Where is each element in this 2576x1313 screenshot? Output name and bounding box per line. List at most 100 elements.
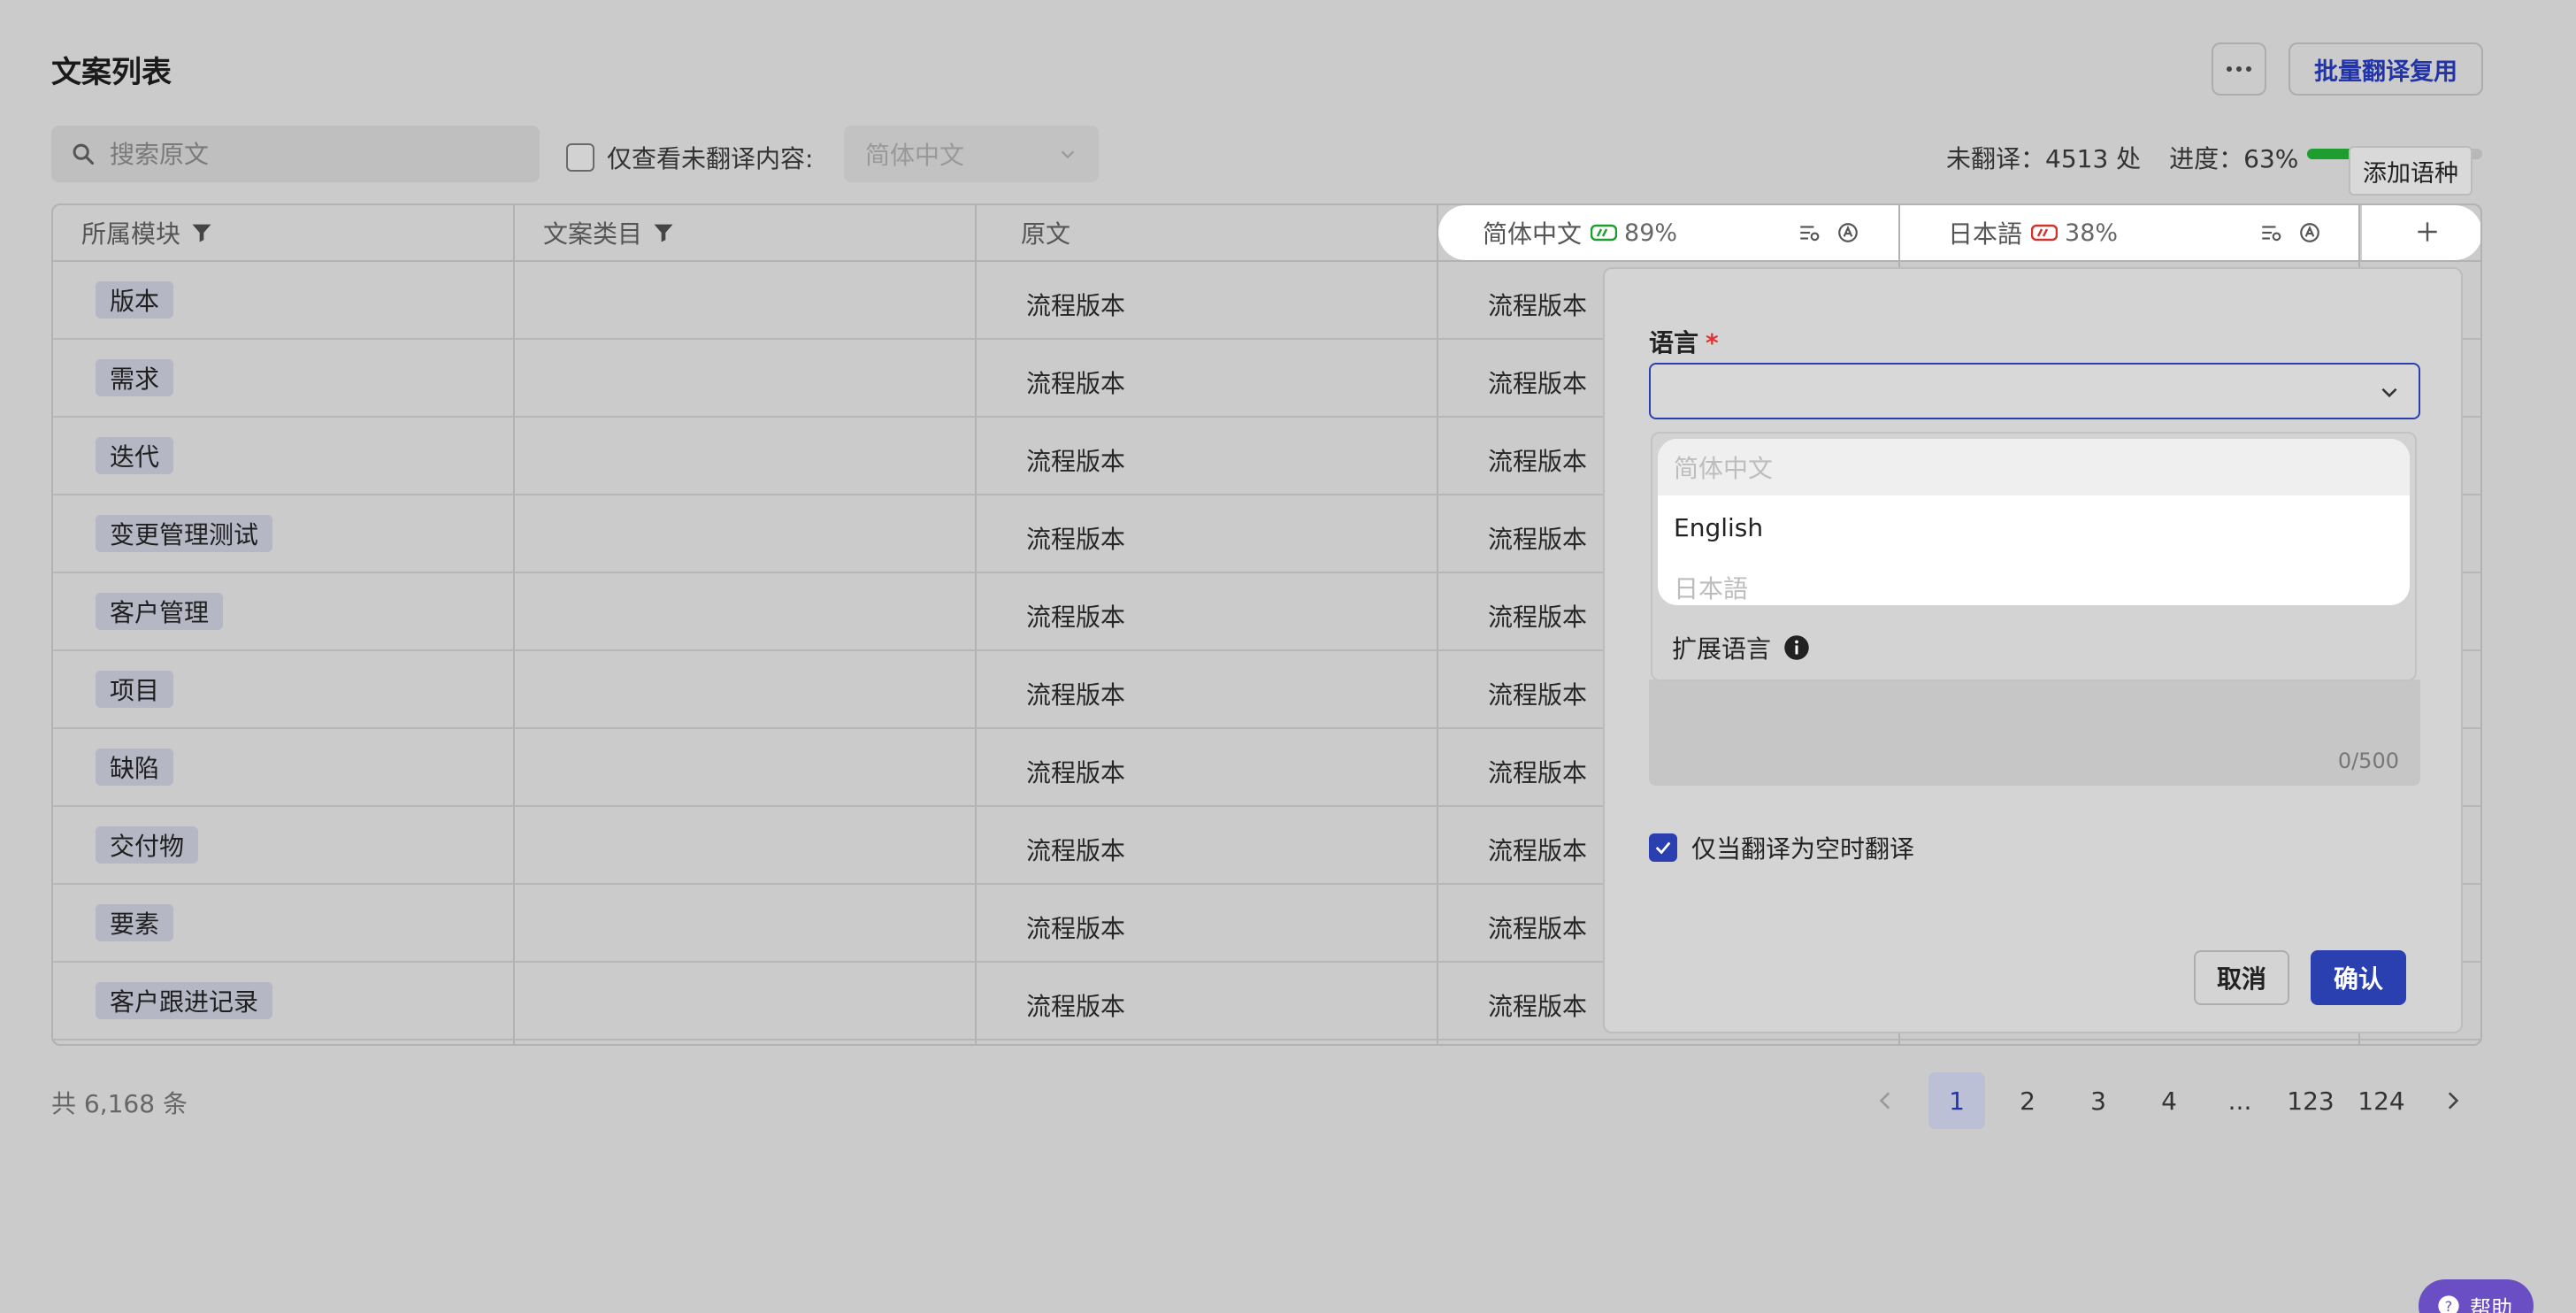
next-page-button[interactable] (2424, 1072, 2480, 1129)
zh-translation-cell[interactable]: 流程版本 (1488, 676, 1587, 711)
zh-translation-cell[interactable]: 流程版本 (1488, 520, 1587, 556)
column-header-module-label: 所属模块 (81, 219, 181, 249)
source-text-cell: 流程版本 (1026, 992, 1126, 1021)
untranslated-count: 未翻译：4513 处 (1946, 144, 2142, 173)
column-header-lang-zh[interactable]: 简体中文 89% (1438, 205, 1900, 260)
required-mark: * (1706, 328, 1719, 357)
total-count: 共 6,168 条 (51, 1089, 188, 1118)
help-button[interactable]: ? 帮助 (2419, 1279, 2534, 1313)
only-empty-checkbox[interactable] (1649, 833, 1677, 862)
column-header-category-label: 文案类目 (543, 219, 643, 249)
page-button[interactable]: 3 (2070, 1072, 2127, 1129)
source-text-cell: 流程版本 (1026, 447, 1126, 476)
search-input[interactable] (110, 139, 517, 169)
batch-translate-reuse-button[interactable]: 批量翻译复用 (2288, 42, 2483, 96)
source-text-cell: 流程版本 (1026, 836, 1126, 865)
extension-language-label: 扩展语言 (1672, 634, 1772, 664)
progress-badge-icon (1591, 224, 1618, 242)
language-filter-value: 简体中文 (865, 141, 965, 170)
page-title: 文案列表 (51, 55, 172, 90)
language-dropdown: 简体中文 English 日本語 扩展语言 (1651, 432, 2417, 681)
filter-icon[interactable] (189, 220, 214, 245)
language-field-label: 语言 * (1649, 324, 1719, 359)
auto-translate-icon[interactable] (2298, 221, 2321, 244)
source-text-cell: 流程版本 (1026, 369, 1126, 398)
language-select[interactable] (1649, 363, 2420, 419)
zh-translation-cell[interactable]: 流程版本 (1488, 598, 1587, 633)
source-text-cell: 流程版本 (1026, 758, 1126, 787)
add-language-tooltip: 添加语种 (2349, 146, 2472, 196)
search-icon (73, 143, 95, 165)
add-language-button[interactable] (2413, 218, 2442, 252)
page-ellipsis: ... (2227, 1086, 2252, 1116)
chevron-down-icon (2381, 388, 2397, 398)
chevron-left-icon (1879, 1092, 1890, 1110)
more-icon (2227, 66, 2251, 72)
only-untranslated-checkbox[interactable] (566, 143, 594, 172)
source-text-cell: 流程版本 (1026, 603, 1126, 632)
column-header-lang-ja-label: 日本語 (1948, 219, 2023, 249)
source-text-cell: 流程版本 (1026, 914, 1126, 943)
column-divider (2360, 205, 2362, 260)
module-tag: 需求 (96, 359, 174, 396)
module-tag: 要素 (96, 904, 174, 941)
extension-language-section[interactable]: 扩展语言 (1672, 630, 1810, 665)
only-untranslated-toggle[interactable]: 仅查看未翻译内容: (566, 140, 813, 175)
lang-zh-progress: 89% (1591, 219, 1677, 247)
module-tag: 版本 (96, 281, 174, 319)
language-option-ja: 日本語 (1674, 574, 1749, 603)
module-tag: 变更管理测试 (96, 515, 273, 552)
language-field-label-text: 语言 (1649, 328, 1699, 357)
prev-page-button[interactable] (1858, 1072, 1914, 1129)
zh-translation-cell[interactable]: 流程版本 (1488, 754, 1587, 789)
only-untranslated-label: 仅查看未翻译内容: (607, 144, 814, 173)
plus-icon (2418, 222, 2437, 242)
search-box[interactable] (51, 126, 540, 182)
zh-translation-cell[interactable]: 流程版本 (1488, 987, 1587, 1023)
language-option-zh: 简体中文 (1658, 439, 2410, 495)
zh-translation-cell[interactable]: 流程版本 (1488, 910, 1587, 945)
help-icon: ? (2438, 1295, 2459, 1313)
page-button[interactable]: 124 (2353, 1072, 2410, 1129)
zh-translation-cell[interactable]: 流程版本 (1488, 442, 1587, 478)
lang-ja-percent: 38% (2065, 219, 2119, 247)
column-header-category[interactable]: 文案类目 (515, 205, 975, 260)
table-header: 所属模块 文案类目 原文 简体中文 89% 日本語 38% (53, 205, 2480, 262)
page-button[interactable]: 4 (2141, 1072, 2197, 1129)
filter-icon[interactable] (651, 220, 676, 245)
progress-badge-icon (2031, 224, 2058, 242)
language-option-en[interactable]: English (1658, 499, 2410, 556)
module-tag: 客户管理 (96, 593, 224, 630)
zh-translation-cell[interactable]: 流程版本 (1488, 365, 1587, 400)
source-text-cell: 流程版本 (1026, 525, 1126, 554)
translation-stats: 未翻译：4513 处 进度：63% (1946, 140, 2298, 175)
sort-settings-icon[interactable] (1798, 221, 1821, 244)
page-button[interactable]: 2 (1999, 1072, 2056, 1129)
only-empty-label: 仅当翻译为空时翻译 (1691, 834, 1915, 864)
svg-text:?: ? (2445, 1298, 2453, 1313)
column-header-module[interactable]: 所属模块 (53, 205, 513, 260)
sort-settings-icon[interactable] (2259, 221, 2282, 244)
char-counter: 0/500 (2337, 749, 2399, 773)
more-button[interactable] (2212, 42, 2266, 96)
auto-translate-icon[interactable] (1836, 221, 1859, 244)
zh-translation-cell[interactable]: 流程版本 (1488, 287, 1587, 322)
language-option-list: 简体中文 English 日本語 (1658, 439, 2410, 605)
module-tag: 客户跟进记录 (96, 982, 273, 1019)
confirm-button[interactable]: 确认 (2311, 950, 2406, 1005)
source-text-cell: 流程版本 (1026, 291, 1126, 320)
page-button[interactable]: 123 (2282, 1072, 2339, 1129)
page-button[interactable]: 1 (1928, 1072, 1985, 1129)
column-header-source: 原文 (977, 205, 1437, 260)
description-textarea[interactable]: 0/500 (1649, 680, 2420, 786)
only-empty-toggle[interactable]: 仅当翻译为空时翻译 (1649, 830, 1914, 865)
zh-translation-cell[interactable]: 流程版本 (1488, 832, 1587, 867)
column-header-lang-ja[interactable]: 日本語 38% (1900, 205, 2480, 260)
info-icon[interactable] (1783, 634, 1810, 661)
cancel-button[interactable]: 取消 (2194, 950, 2289, 1005)
module-tag: 缺陷 (96, 749, 174, 786)
page-list: 1 2 3 4... 123 124 (1928, 1072, 2410, 1129)
language-filter-select[interactable]: 简体中文 (844, 126, 1099, 182)
pagination: 1 2 3 4... 123 124 (1858, 1072, 2480, 1129)
chevron-down-icon (1061, 150, 1075, 159)
